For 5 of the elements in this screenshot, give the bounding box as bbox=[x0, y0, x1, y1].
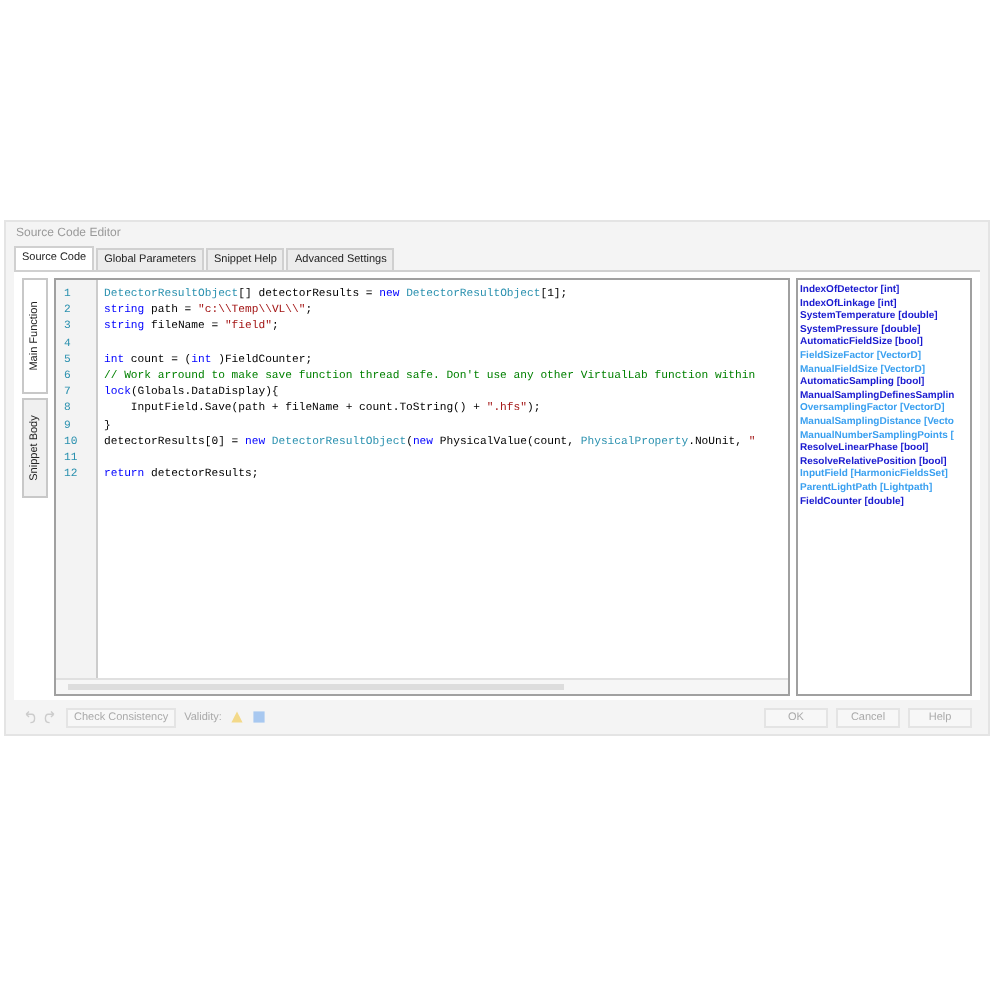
redo-icon[interactable] bbox=[44, 710, 58, 724]
horizontal-scrollbar[interactable] bbox=[56, 678, 788, 694]
undo-icon[interactable] bbox=[22, 710, 36, 724]
warning-icon bbox=[229, 710, 244, 724]
code-editor[interactable] bbox=[54, 278, 790, 696]
